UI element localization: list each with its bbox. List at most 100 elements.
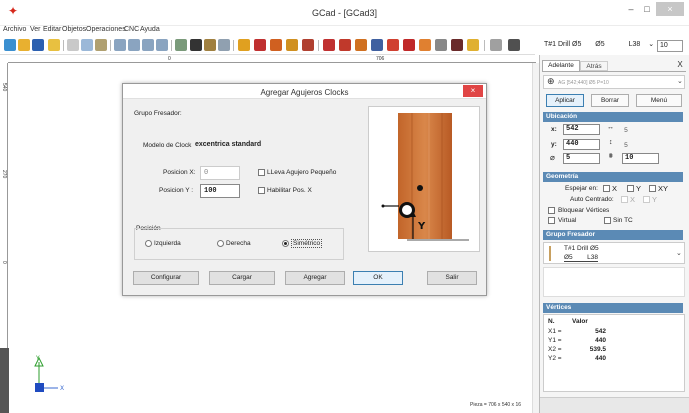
configure-button[interactable]: Configurar (133, 271, 199, 285)
x-input[interactable]: 542 (563, 124, 600, 135)
ruler-left-label: 270 (1, 170, 7, 179)
menu-button[interactable]: Menú (636, 94, 682, 107)
screw-tool-icon[interactable] (371, 39, 383, 51)
autocenter-x-checkbox[interactable] (621, 196, 628, 203)
y-step-value[interactable]: 5 (624, 142, 628, 149)
table-row[interactable]: X2 = 539.5 (548, 346, 606, 355)
pocket-tool-icon[interactable] (286, 39, 298, 51)
piece-size-status: Pieza = 706 x 540 x 16 (470, 402, 522, 408)
table-row[interactable]: Y2 = 440 (548, 355, 606, 364)
tab-forward[interactable]: Adelante (542, 60, 580, 71)
maximize-button[interactable]: □ (640, 4, 654, 14)
posx-input[interactable]: 0 (200, 166, 240, 180)
folder-icon[interactable] (48, 39, 60, 51)
autocenter-y-checkbox[interactable] (643, 196, 650, 203)
paste-icon[interactable] (95, 39, 107, 51)
radio-right[interactable] (217, 240, 224, 247)
shape-tool-icon[interactable] (403, 39, 415, 51)
cut-icon[interactable] (67, 39, 79, 51)
delete-tool-icon[interactable] (490, 39, 502, 51)
brush-tool-icon[interactable] (451, 39, 463, 51)
section-vertices[interactable]: Vértices (543, 303, 683, 313)
vertical-scrollbar[interactable] (532, 63, 539, 413)
section-tool-group[interactable]: Grupo Fresador (543, 230, 683, 240)
zoom-input[interactable]: 10 (657, 40, 683, 52)
menu-archivo[interactable]: Archivo (3, 26, 26, 33)
enable-posx-checkbox[interactable] (258, 187, 265, 194)
load-button[interactable]: Cargar (209, 271, 275, 285)
radio-left-label: Izquierda (154, 240, 181, 247)
virtual-label: Virtual (558, 217, 577, 224)
drill-tool-icon[interactable] (254, 39, 266, 51)
hinge-tool-icon[interactable] (323, 39, 335, 51)
save-icon[interactable] (32, 39, 44, 51)
delete-button[interactable]: Borrar (591, 94, 629, 107)
posy-label: Posicion Y : (159, 187, 194, 194)
dowel-tool-icon[interactable] (355, 39, 367, 51)
add-button[interactable]: Agregar (285, 271, 345, 285)
panel-tool-icon[interactable] (238, 39, 250, 51)
pen-tool-icon[interactable] (508, 39, 520, 51)
cut-tool-icon[interactable] (387, 39, 399, 51)
menu-cnc[interactable]: CNC (124, 26, 139, 33)
menu-operaciones[interactable]: Operaciones (86, 26, 126, 33)
copy-icon[interactable] (81, 39, 93, 51)
lock-vertices-checkbox[interactable] (548, 207, 555, 214)
menu-editar[interactable]: Editar (43, 26, 61, 33)
ok-button[interactable]: OK (353, 271, 403, 285)
tool-group-selector[interactable]: T#1 Drill Ø5 Ø5 L38 ⌄ (543, 242, 685, 264)
zoom-window-icon[interactable] (114, 39, 126, 51)
panel-close-button[interactable]: X (675, 60, 685, 70)
zoom-in-icon[interactable] (128, 39, 140, 51)
section-geometry[interactable]: Geometría (543, 172, 683, 182)
diameter-input[interactable]: 5 (563, 153, 600, 164)
dialog-title: Agregar Agujeros Clocks (260, 88, 349, 97)
no-tc-label: Sin TC (613, 217, 633, 224)
radio-left[interactable] (145, 240, 152, 247)
small-hole-checkbox[interactable] (258, 169, 265, 176)
clock-tool-icon[interactable] (339, 39, 351, 51)
y-input[interactable]: 440 (563, 139, 600, 150)
apply-button[interactable]: Aplicar (546, 94, 584, 107)
contour-tool-icon[interactable] (419, 39, 431, 51)
redraw-icon[interactable] (190, 39, 202, 51)
close-window-button[interactable]: × (656, 2, 684, 16)
vertex-name: X1 = (548, 328, 562, 335)
radio-symmetric[interactable] (282, 240, 289, 247)
mirror-x-checkbox[interactable] (603, 185, 610, 192)
zoom-out-icon[interactable] (142, 39, 154, 51)
lock-vertices-label: Bloquear Vértices (558, 207, 610, 214)
tab-back[interactable]: Atrás (580, 61, 608, 71)
mirror-y-checkbox[interactable] (627, 185, 634, 192)
dialog-close-button[interactable]: × (463, 85, 483, 97)
mirror-xy-checkbox[interactable] (649, 185, 656, 192)
new-file-icon[interactable] (4, 39, 16, 51)
virtual-checkbox[interactable] (548, 217, 555, 224)
zoom-all-icon[interactable] (156, 39, 168, 51)
x-step-value[interactable]: 5 (624, 127, 628, 134)
minimize-button[interactable]: – (624, 4, 638, 14)
menu-ver[interactable]: Ver (30, 26, 41, 33)
open-file-icon[interactable] (18, 39, 30, 51)
tool-selector[interactable]: T#1 Drill Ø5 Ø5 L38 ⌄ (544, 40, 654, 52)
grid-icon[interactable] (218, 39, 230, 51)
line-tool-icon[interactable] (435, 39, 447, 51)
table-row[interactable]: X1 = 542 (548, 328, 606, 337)
depth-input[interactable]: 10 (622, 153, 659, 164)
chevron-down-icon[interactable]: ⌄ (648, 41, 654, 48)
menu-ayuda[interactable]: Ayuda (140, 26, 160, 33)
edge-tool-icon[interactable] (302, 39, 314, 51)
model-value: excentrica standard (195, 141, 262, 148)
menu-objetos[interactable]: Objetos (62, 26, 86, 33)
table-row[interactable]: Y1 = 440 (548, 337, 606, 346)
star-tool-icon[interactable] (467, 39, 479, 51)
operation-selector[interactable]: ⊕ AG [542;440] Ø5 P=10 ⌄ (543, 75, 685, 89)
no-tc-checkbox[interactable] (604, 217, 611, 224)
snap-icon[interactable] (175, 39, 187, 51)
layers-icon[interactable] (204, 39, 216, 51)
posy-input[interactable]: 100 (200, 184, 240, 198)
exit-button[interactable]: Salir (427, 271, 477, 285)
groove-tool-icon[interactable] (270, 39, 282, 51)
dialog-title-bar: Agregar Agujeros Clocks × (123, 84, 486, 99)
section-location[interactable]: Ubicación (543, 112, 683, 122)
